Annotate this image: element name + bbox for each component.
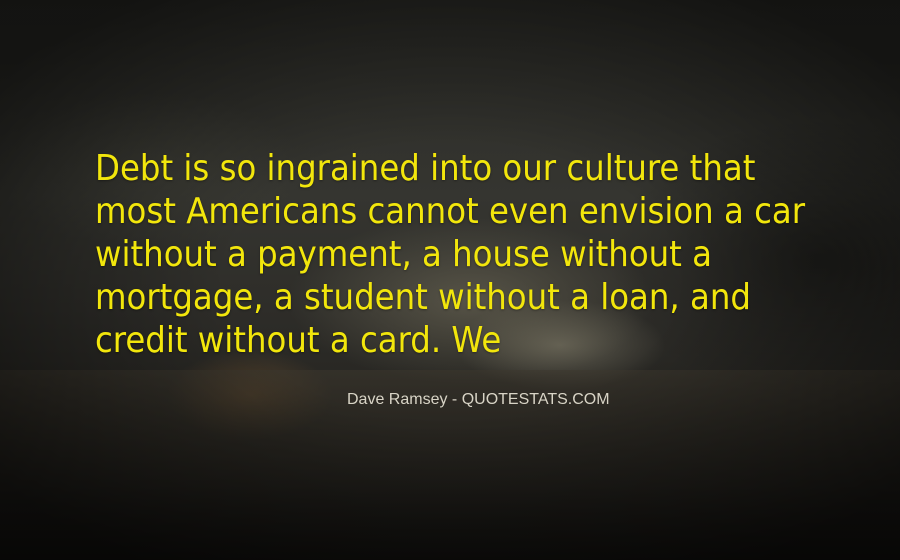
quote-line: credit without a card. We bbox=[95, 320, 502, 361]
author-name: Dave Ramsey bbox=[347, 391, 448, 408]
attribution: Dave Ramsey - QUOTESTATS.COM bbox=[347, 390, 610, 410]
quote-text: Debt is so ingrained into our culture th… bbox=[95, 147, 815, 362]
quote-line: without a payment, a house without a bbox=[95, 234, 712, 275]
quote-line: Debt is so ingrained into our culture th… bbox=[95, 148, 756, 189]
quote-line: mortgage, a student without a loan, and bbox=[95, 277, 751, 318]
source-site: QUOTESTATS.COM bbox=[461, 391, 610, 408]
quote-line: most Americans cannot even envision a ca… bbox=[95, 191, 806, 232]
quote-image: Debt is so ingrained into our culture th… bbox=[0, 0, 900, 560]
attribution-separator: - bbox=[447, 391, 462, 408]
